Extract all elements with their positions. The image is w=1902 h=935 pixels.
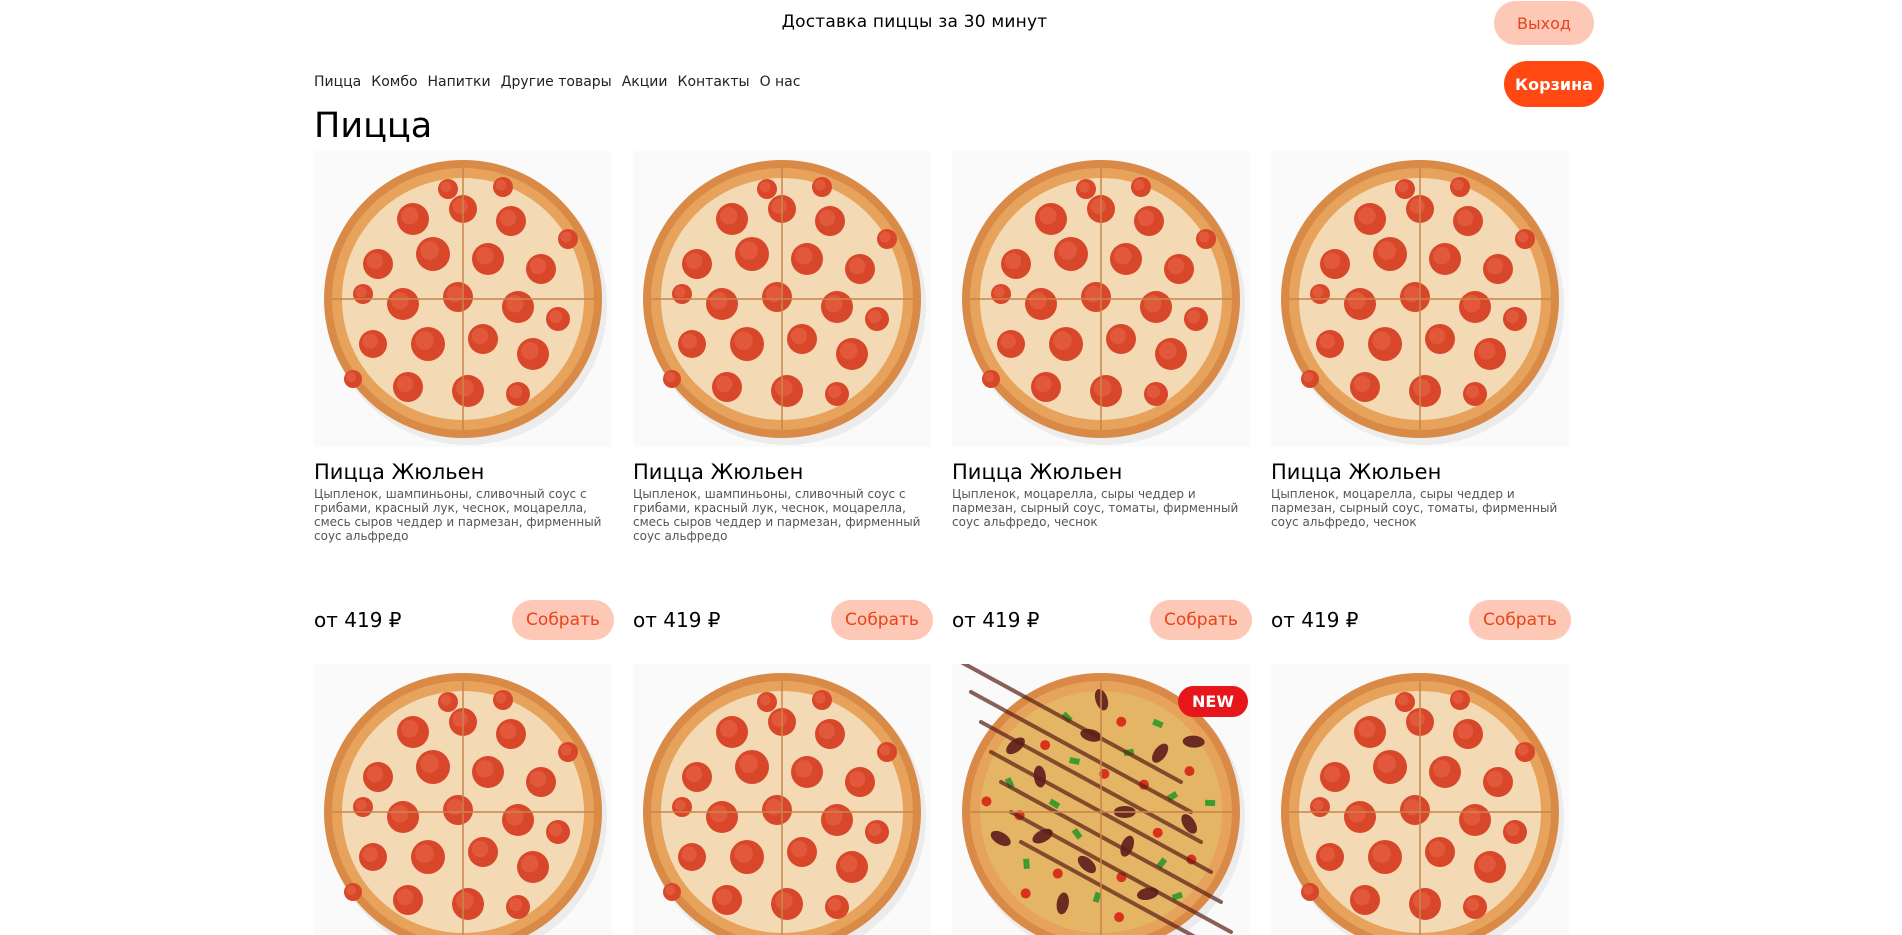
pizza-image[interactable] [314, 151, 612, 447]
page: Доставка пиццы за 30 минут Выход Корзина… [0, 0, 1902, 935]
nav-item-about[interactable]: О нас [760, 74, 801, 90]
main-nav: Пицца Комбо Напитки Другие товары Акции … [314, 74, 800, 90]
product-price: от 419 ₽ [633, 608, 721, 632]
nav-item-other[interactable]: Другие товары [501, 74, 612, 90]
product-description: Цыпленок, моцарелла, сыры чеддер и парме… [952, 487, 1239, 529]
product-name: Пицца Жюльен [314, 460, 485, 484]
build-button[interactable]: Собрать [1469, 600, 1571, 640]
new-badge: NEW [1178, 686, 1248, 717]
build-button[interactable]: Собрать [831, 600, 933, 640]
product-price: от 419 ₽ [1271, 608, 1359, 632]
product-name: Пицца Жюльен [1271, 460, 1442, 484]
pizza-image[interactable] [1271, 664, 1569, 935]
logout-button[interactable]: Выход [1494, 1, 1594, 45]
pizza-image[interactable] [633, 151, 931, 447]
product-description: Цыпленок, моцарелла, сыры чеддер и парме… [1271, 487, 1558, 529]
pizza-image[interactable] [633, 664, 931, 935]
pizza-image[interactable] [952, 151, 1250, 447]
product-description: Цыпленок, шампиньоны, сливочный соус с г… [633, 487, 921, 543]
product-price: от 419 ₽ [314, 608, 402, 632]
product-name: Пицца Жюльен [952, 460, 1123, 484]
product-name: Пицца Жюльен [633, 460, 804, 484]
build-button[interactable]: Собрать [512, 600, 614, 640]
build-button[interactable]: Собрать [1150, 600, 1252, 640]
pizza-image[interactable] [314, 664, 612, 935]
nav-item-promos[interactable]: Акции [622, 74, 668, 90]
product-description: Цыпленок, шампиньоны, сливочный соус с г… [314, 487, 602, 543]
nav-item-combo[interactable]: Комбо [371, 74, 417, 90]
product-price: от 419 ₽ [952, 608, 1040, 632]
pizza-image[interactable] [1271, 151, 1569, 447]
section-title: Пицца [314, 106, 433, 146]
cart-button[interactable]: Корзина [1504, 61, 1604, 107]
nav-item-drinks[interactable]: Напитки [428, 74, 491, 90]
nav-item-contacts[interactable]: Контакты [678, 74, 750, 90]
nav-item-pizza[interactable]: Пицца [314, 74, 361, 90]
